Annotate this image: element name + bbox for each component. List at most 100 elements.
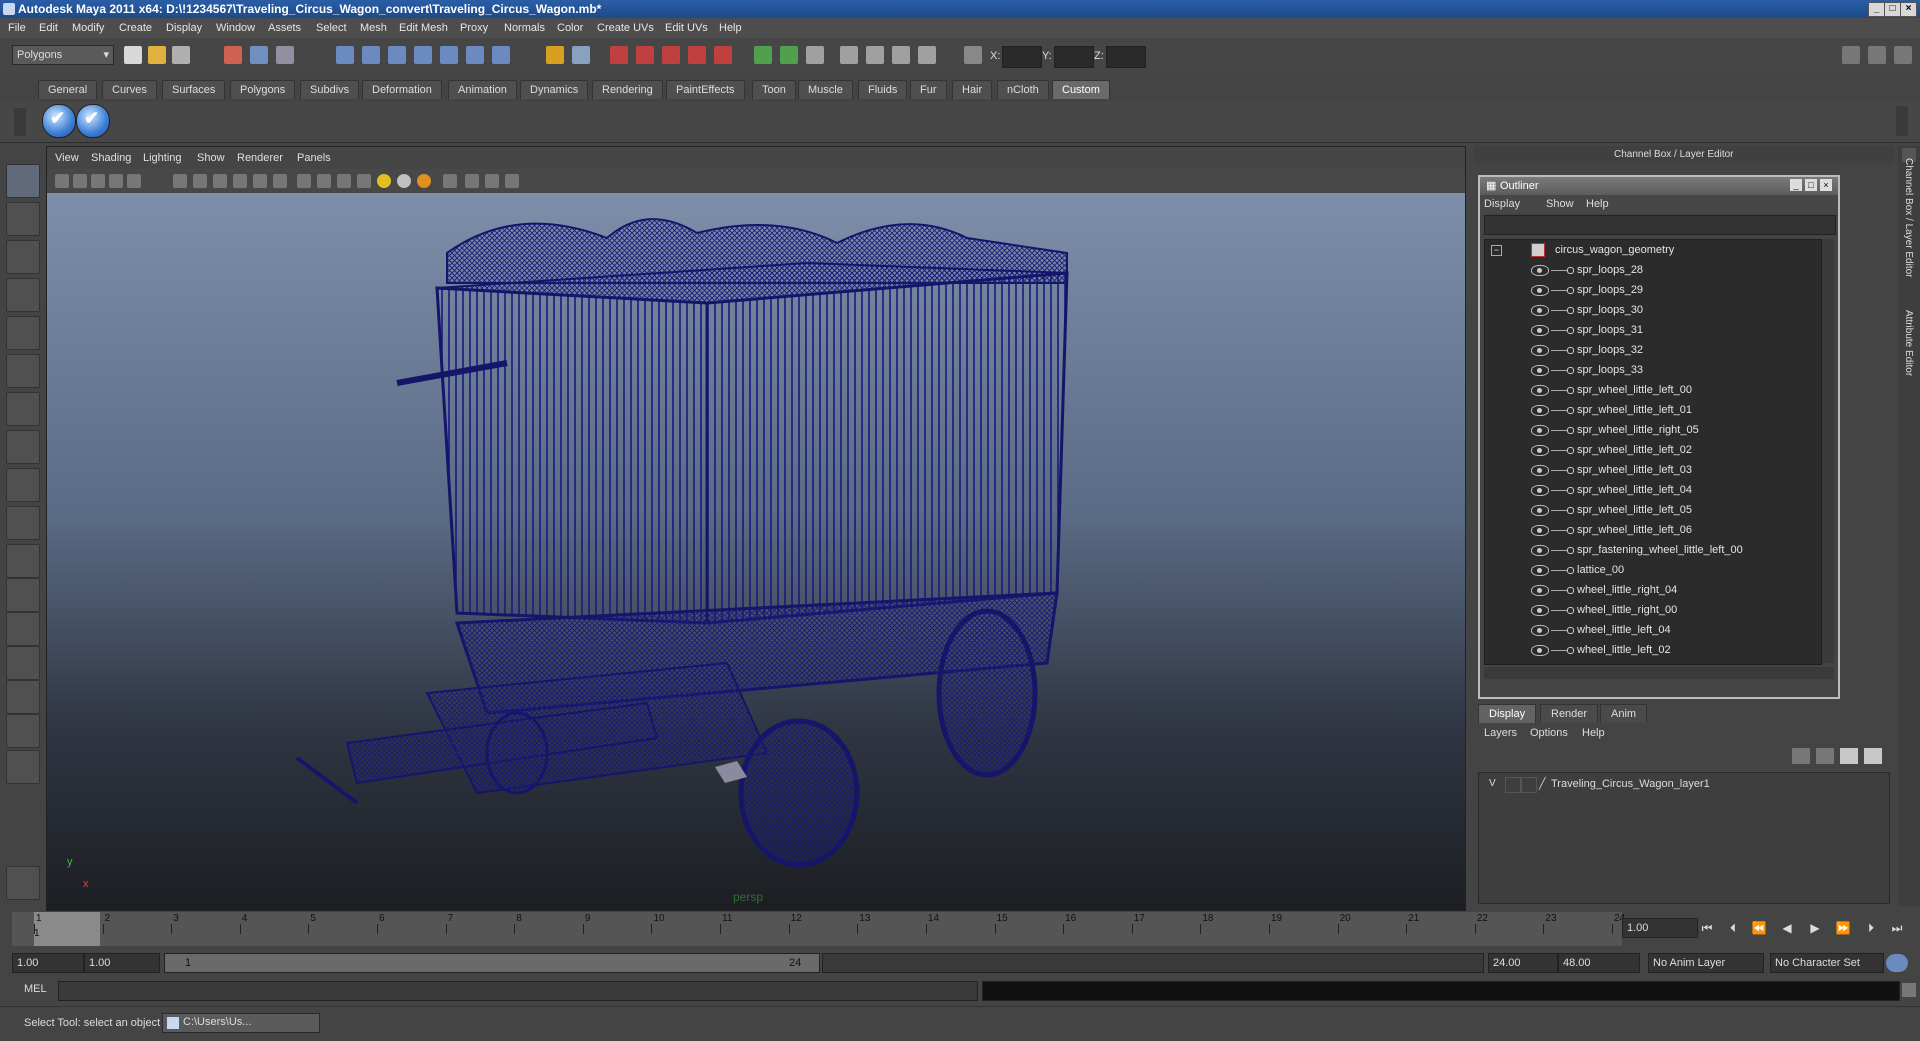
- menu-display[interactable]: Display: [166, 18, 202, 38]
- safe-title-icon[interactable]: [273, 174, 287, 188]
- layer-menu-layers[interactable]: Layers: [1484, 724, 1517, 742]
- viewport-menu-panels[interactable]: Panels: [297, 147, 331, 169]
- menu-edit-mesh[interactable]: Edit Mesh: [399, 18, 448, 38]
- outliner-close-button[interactable]: ×: [1820, 179, 1832, 191]
- anim-layer-dropdown[interactable]: No Anim Layer: [1648, 953, 1764, 973]
- help-icon[interactable]: [492, 46, 510, 64]
- new-layer-from-selection-icon[interactable]: [1864, 748, 1882, 764]
- step-back-key-button[interactable]: ⏪: [1750, 920, 1768, 936]
- move-layer-down-icon[interactable]: [1816, 748, 1834, 764]
- resolution-gate-icon[interactable]: [193, 174, 207, 188]
- manipulator-tool-icon[interactable]: [6, 392, 40, 426]
- menu-edit-uvs[interactable]: Edit UVs: [665, 18, 708, 38]
- start-time-field[interactable]: 1.00: [12, 953, 84, 973]
- outliner-row[interactable]: spr_loops_29: [1485, 280, 1821, 300]
- hypershade-icon[interactable]: [688, 46, 706, 64]
- attribute-editor-icon[interactable]: [866, 46, 884, 64]
- image-plane-icon[interactable]: [109, 174, 123, 188]
- close-button[interactable]: ×: [1900, 2, 1917, 17]
- shelf-menu-icon[interactable]: [14, 108, 26, 136]
- paint-select-tool-icon[interactable]: [6, 240, 40, 274]
- z-field[interactable]: [1106, 46, 1146, 68]
- viewport-menu-view[interactable]: View: [55, 147, 79, 169]
- soft-mod-tool-icon[interactable]: [6, 430, 40, 464]
- menu-set-dropdown[interactable]: Polygons ▾: [12, 45, 114, 65]
- rename-icon[interactable]: [780, 46, 798, 64]
- outliner-row[interactable]: spr_wheel_little_left_00: [1485, 380, 1821, 400]
- shelf-tab-deformation[interactable]: Deformation: [362, 80, 442, 99]
- layer-menu-help[interactable]: Help: [1582, 724, 1605, 742]
- shelf-tab-animation[interactable]: Animation: [448, 80, 517, 99]
- bookmarks-icon[interactable]: [91, 174, 105, 188]
- menu-mesh[interactable]: Mesh: [360, 18, 387, 38]
- move-layer-up-icon[interactable]: [1792, 748, 1810, 764]
- new-layer-icon[interactable]: [1840, 748, 1858, 764]
- side-tab-channel-box[interactable]: Channel Box / Layer Editor: [1903, 158, 1914, 278]
- viewport-menu-show[interactable]: Show: [197, 147, 225, 169]
- snap-curve-icon[interactable]: [362, 46, 380, 64]
- safe-action-icon[interactable]: [253, 174, 267, 188]
- menu-help[interactable]: Help: [719, 18, 742, 38]
- outliner-row[interactable]: wheel_little_left_02: [1485, 640, 1821, 660]
- playback-end-field[interactable]: 24.00: [1488, 953, 1558, 973]
- outliner-maximize-button[interactable]: □: [1805, 179, 1817, 191]
- outliner-row[interactable]: spr_loops_31: [1485, 320, 1821, 340]
- scale-tool-icon[interactable]: [6, 354, 40, 388]
- shelf-tab-custom[interactable]: Custom: [1052, 80, 1110, 99]
- go-to-end-button[interactable]: ⏭: [1888, 920, 1906, 936]
- shadows-icon[interactable]: [417, 174, 431, 188]
- xray-components-icon[interactable]: [505, 174, 519, 188]
- character-set-dropdown[interactable]: No Character Set: [1770, 953, 1884, 973]
- step-back-button[interactable]: ⏴: [1724, 920, 1742, 936]
- shelf-tab-dynamics[interactable]: Dynamics: [520, 80, 589, 99]
- transform-mode-icon[interactable]: [964, 46, 982, 64]
- persp-outliner-layout-icon[interactable]: [6, 612, 40, 646]
- viewport-menu-lighting[interactable]: Lighting: [143, 147, 182, 169]
- xray-joints-icon[interactable]: [485, 174, 499, 188]
- menu-file[interactable]: File: [8, 18, 26, 38]
- x-field[interactable]: [1002, 46, 1042, 68]
- show-hide-icon[interactable]: [806, 46, 824, 64]
- step-forward-button[interactable]: ⏵: [1862, 920, 1880, 936]
- layer-tab-display[interactable]: Display: [1478, 704, 1537, 723]
- menu-modify[interactable]: Modify: [72, 18, 104, 38]
- outliner-row[interactable]: wheel_little_left_04: [1485, 620, 1821, 640]
- layer-color-swatch[interactable]: [1521, 777, 1537, 793]
- outliner-menu-display[interactable]: Display: [1484, 195, 1520, 213]
- outliner-row[interactable]: spr_loops_28: [1485, 260, 1821, 280]
- persp-graph-hypershade-layout-icon[interactable]: [6, 714, 40, 748]
- outliner-vertical-scrollbar[interactable]: [1822, 239, 1834, 663]
- menu-window[interactable]: Window: [216, 18, 255, 38]
- tool-settings-icon[interactable]: [840, 46, 858, 64]
- time-slider[interactable]: 1 1 2 3 4 5 6 7 8 9 10 11 12 13 14 15 16 17 18 19 20 21 22 23 2…: [12, 912, 1625, 946]
- make-live-icon[interactable]: [440, 46, 458, 64]
- layout-options-icon[interactable]: [6, 750, 40, 784]
- viewport-scene[interactable]: y x persp: [47, 193, 1465, 910]
- outliner-row[interactable]: spr_wheel_little_left_03: [1485, 460, 1821, 480]
- all-lights-icon[interactable]: [397, 174, 411, 188]
- viewport-menu-renderer[interactable]: Renderer: [237, 147, 283, 169]
- outliner-list[interactable]: − circus_wagon_geometry spr_loops_28 spr_…: [1484, 239, 1822, 665]
- channel-box-icon[interactable]: [892, 46, 910, 64]
- shelf-tab-fluids[interactable]: Fluids: [858, 80, 908, 99]
- ipr-render-icon[interactable]: [636, 46, 654, 64]
- move-tool-icon[interactable]: [6, 278, 40, 312]
- snap-plane-icon[interactable]: [414, 46, 432, 64]
- last-tool-icon[interactable]: [6, 468, 40, 502]
- animation-preferences-icon[interactable]: [1886, 954, 1908, 972]
- camera-attributes-icon[interactable]: [73, 174, 87, 188]
- command-language-label[interactable]: MEL: [24, 983, 47, 995]
- hypershade-layout-icon[interactable]: [6, 680, 40, 714]
- select-hierarchy-icon[interactable]: [224, 46, 242, 64]
- outliner-minimize-button[interactable]: _: [1790, 179, 1802, 191]
- current-frame-field[interactable]: 1.00: [1622, 918, 1698, 938]
- outliner-row[interactable]: lattice_00: [1485, 560, 1821, 580]
- wireframe-icon[interactable]: [297, 174, 311, 188]
- command-input[interactable]: [58, 981, 978, 1001]
- textured-icon[interactable]: [357, 174, 371, 188]
- outliner-row[interactable]: spr_loops_33: [1485, 360, 1821, 380]
- outliner-row[interactable]: spr_fastening_wheel_little_left_00: [1485, 540, 1821, 560]
- outliner-row-root[interactable]: − circus_wagon_geometry: [1485, 240, 1821, 260]
- single-perspective-layout-icon[interactable]: [6, 544, 40, 578]
- snap-grid-icon[interactable]: [336, 46, 354, 64]
